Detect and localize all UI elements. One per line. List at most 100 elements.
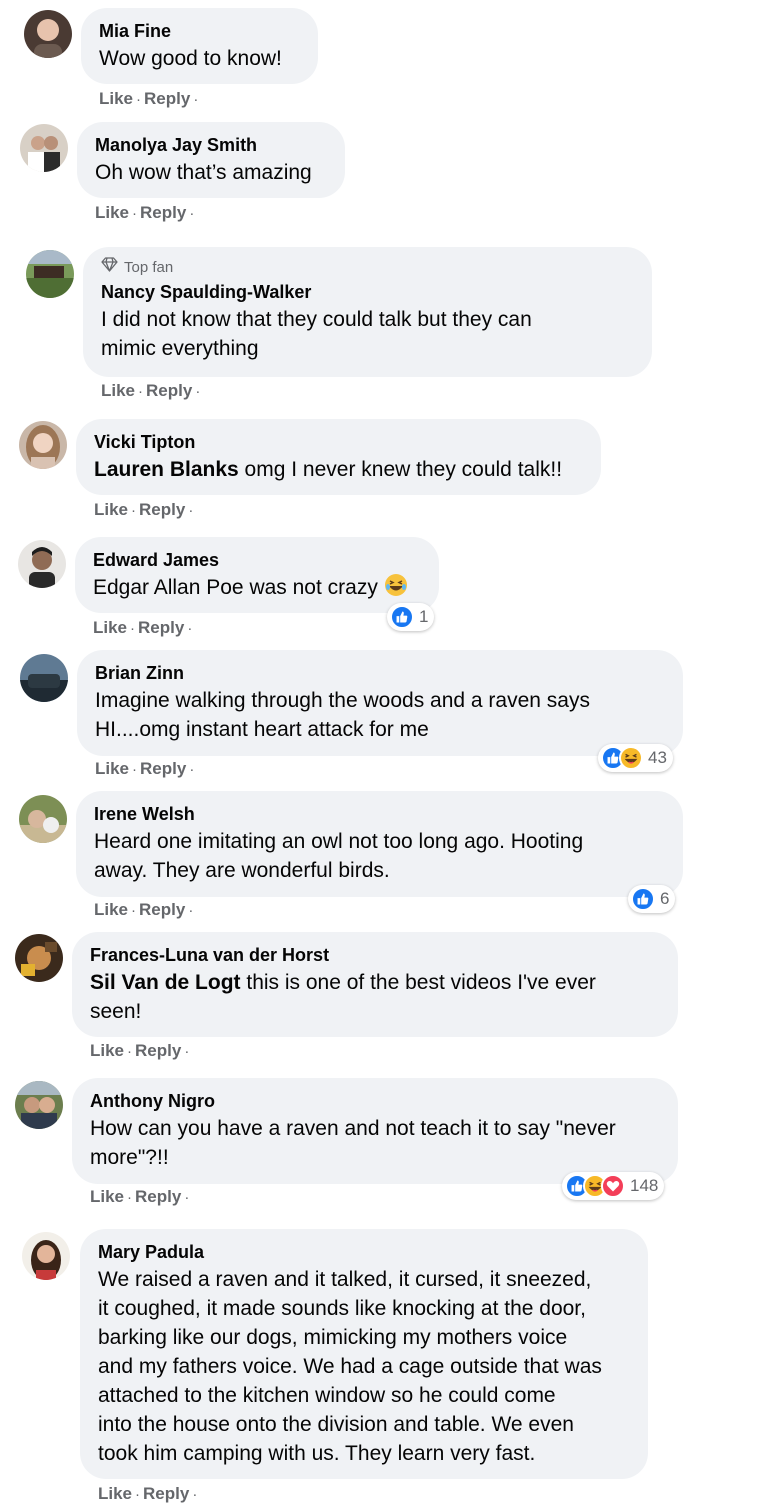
comment-actions: Like · Reply · bbox=[99, 89, 201, 109]
comment-author[interactable]: Frances-Luna van der Horst bbox=[90, 942, 660, 968]
comment-text-line: We raised a raven and it talked, it curs… bbox=[98, 1268, 592, 1291]
separator: · bbox=[193, 91, 199, 108]
diamond-icon bbox=[101, 257, 118, 279]
like-button[interactable]: Like bbox=[93, 618, 127, 637]
comment-text: Wow good to know! bbox=[99, 47, 282, 70]
like-button[interactable]: Like bbox=[98, 1484, 132, 1503]
comment-text-line: I did not know that they could talk but … bbox=[101, 308, 532, 331]
reaction-summary[interactable]: 148 bbox=[562, 1172, 665, 1200]
comment-text-line: Imagine walking through the woods and a … bbox=[95, 689, 590, 712]
reply-button[interactable]: Reply bbox=[143, 1484, 189, 1503]
like-button[interactable]: Like bbox=[90, 1041, 124, 1060]
comment-author[interactable]: Brian Zinn bbox=[95, 660, 665, 686]
avatar[interactable] bbox=[26, 250, 74, 298]
reply-button[interactable]: Reply bbox=[135, 1187, 181, 1206]
reply-button[interactable]: Reply bbox=[139, 500, 185, 519]
comment-text: Oh wow that’s amazing bbox=[95, 161, 312, 184]
comment-bubble: Edward James Edgar Allan Poe was not cra… bbox=[75, 537, 439, 613]
mention-link[interactable]: Lauren Blanks bbox=[94, 458, 239, 481]
separator: · bbox=[135, 1486, 141, 1503]
comment-author[interactable]: Nancy Spaulding-Walker bbox=[101, 279, 634, 305]
reaction-count: 43 bbox=[648, 748, 667, 767]
comment-text-line: Sil Van de Logt this is one of the best … bbox=[90, 968, 660, 997]
reaction-summary[interactable]: 1 bbox=[387, 603, 435, 631]
mention-link[interactable]: Sil Van de Logt bbox=[90, 971, 241, 994]
separator: · bbox=[136, 91, 142, 108]
like-button[interactable]: Like bbox=[95, 759, 129, 778]
comment-bubble: Anthony Nigro How can you have a raven a… bbox=[72, 1078, 678, 1184]
avatar[interactable] bbox=[15, 934, 63, 982]
comment-actions: Like · Reply · bbox=[93, 618, 195, 638]
comment-actions: Like · Reply · bbox=[95, 203, 197, 223]
comment-text: Lauren Blanks omg I never knew they coul… bbox=[94, 455, 583, 484]
like-reaction-icon bbox=[390, 605, 414, 629]
comment-text-line: into the house onto the division and tab… bbox=[98, 1413, 574, 1436]
comment-text-line: took him camping with us. They learn ver… bbox=[98, 1442, 536, 1465]
avatar[interactable] bbox=[19, 795, 67, 843]
avatar[interactable] bbox=[19, 421, 67, 469]
reaction-count: 6 bbox=[660, 889, 670, 908]
like-button[interactable]: Like bbox=[90, 1187, 124, 1206]
reply-button[interactable]: Reply bbox=[146, 381, 192, 400]
comment-text-body: Edgar Allan Poe was not crazy bbox=[93, 576, 384, 599]
comment-text: We raised a raven and it talked, it curs… bbox=[98, 1265, 630, 1468]
comment-text-line: more"?!! bbox=[90, 1146, 169, 1169]
comment-bubble: Brian Zinn Imagine walking through the w… bbox=[77, 650, 683, 756]
like-button[interactable]: Like bbox=[94, 500, 128, 519]
comment-text-line: attached to the kitchen window so he cou… bbox=[98, 1384, 556, 1407]
comment-text-line: it coughed, it made sounds like knocking… bbox=[98, 1297, 586, 1320]
comment-actions: Like · Reply · bbox=[90, 1187, 192, 1207]
separator: · bbox=[189, 761, 195, 778]
separator: · bbox=[192, 1486, 198, 1503]
like-button[interactable]: Like bbox=[95, 203, 129, 222]
separator: · bbox=[189, 205, 195, 222]
avatar[interactable] bbox=[15, 1081, 63, 1129]
avatar[interactable] bbox=[24, 10, 72, 58]
comment-author[interactable]: Anthony Nigro bbox=[90, 1088, 660, 1114]
comment-text-body: this is one of the best videos I've ever bbox=[240, 971, 596, 994]
like-button[interactable]: Like bbox=[101, 381, 135, 400]
like-button[interactable]: Like bbox=[99, 89, 133, 108]
like-reaction-icon bbox=[631, 887, 655, 911]
reaction-summary[interactable]: 6 bbox=[628, 885, 676, 913]
comment-actions: Like · Reply · bbox=[90, 1041, 192, 1061]
avatar[interactable] bbox=[20, 124, 68, 172]
reply-button[interactable]: Reply bbox=[135, 1041, 181, 1060]
comment-author[interactable]: Edward James bbox=[93, 547, 421, 573]
separator: · bbox=[131, 902, 137, 919]
comment-actions: Like · Reply · bbox=[101, 381, 203, 401]
reply-button[interactable]: Reply bbox=[139, 900, 185, 919]
avatar[interactable] bbox=[18, 540, 66, 588]
comment-text-line: seen! bbox=[90, 1000, 142, 1023]
comment-actions: Like · Reply · bbox=[98, 1484, 200, 1504]
comment-author[interactable]: Vicki Tipton bbox=[94, 429, 583, 455]
reply-button[interactable]: Reply bbox=[140, 203, 186, 222]
reply-button[interactable]: Reply bbox=[140, 759, 186, 778]
comment-actions: Like · Reply · bbox=[94, 500, 196, 520]
reply-button[interactable]: Reply bbox=[138, 618, 184, 637]
separator: · bbox=[184, 1189, 190, 1206]
comment-bubble: Vicki Tipton Lauren Blanks omg I never k… bbox=[76, 419, 601, 495]
like-button[interactable]: Like bbox=[94, 900, 128, 919]
comment-text: Sil Van de Logt this is one of the best … bbox=[90, 968, 660, 1026]
separator: · bbox=[130, 620, 136, 637]
comment-text: Imagine walking through the woods and a … bbox=[95, 686, 665, 744]
comment-actions: Like · Reply · bbox=[94, 900, 196, 920]
comment-author[interactable]: Mary Padula bbox=[98, 1239, 630, 1265]
separator: · bbox=[127, 1043, 133, 1060]
reply-button[interactable]: Reply bbox=[144, 89, 190, 108]
comment-author[interactable]: Mia Fine bbox=[99, 18, 300, 44]
avatar[interactable] bbox=[22, 1232, 70, 1280]
comment-author[interactable]: Manolya Jay Smith bbox=[95, 132, 327, 158]
comment-actions: Like · Reply · bbox=[95, 759, 197, 779]
top-fan-badge: Top fan bbox=[101, 257, 634, 279]
comment-bubble: Top fan Nancy Spaulding-Walker I did not… bbox=[83, 247, 652, 377]
comment-text-line: and my fathers voice. We had a cage outs… bbox=[98, 1355, 602, 1378]
comment-bubble: Irene Welsh Heard one imitating an owl n… bbox=[76, 791, 683, 897]
comment-author[interactable]: Irene Welsh bbox=[94, 801, 665, 827]
top-fan-label: Top fan bbox=[124, 259, 174, 276]
reaction-summary[interactable]: 43 bbox=[598, 744, 673, 772]
separator: · bbox=[188, 902, 194, 919]
comment-text: How can you have a raven and not teach i… bbox=[90, 1114, 660, 1172]
avatar[interactable] bbox=[20, 654, 68, 702]
